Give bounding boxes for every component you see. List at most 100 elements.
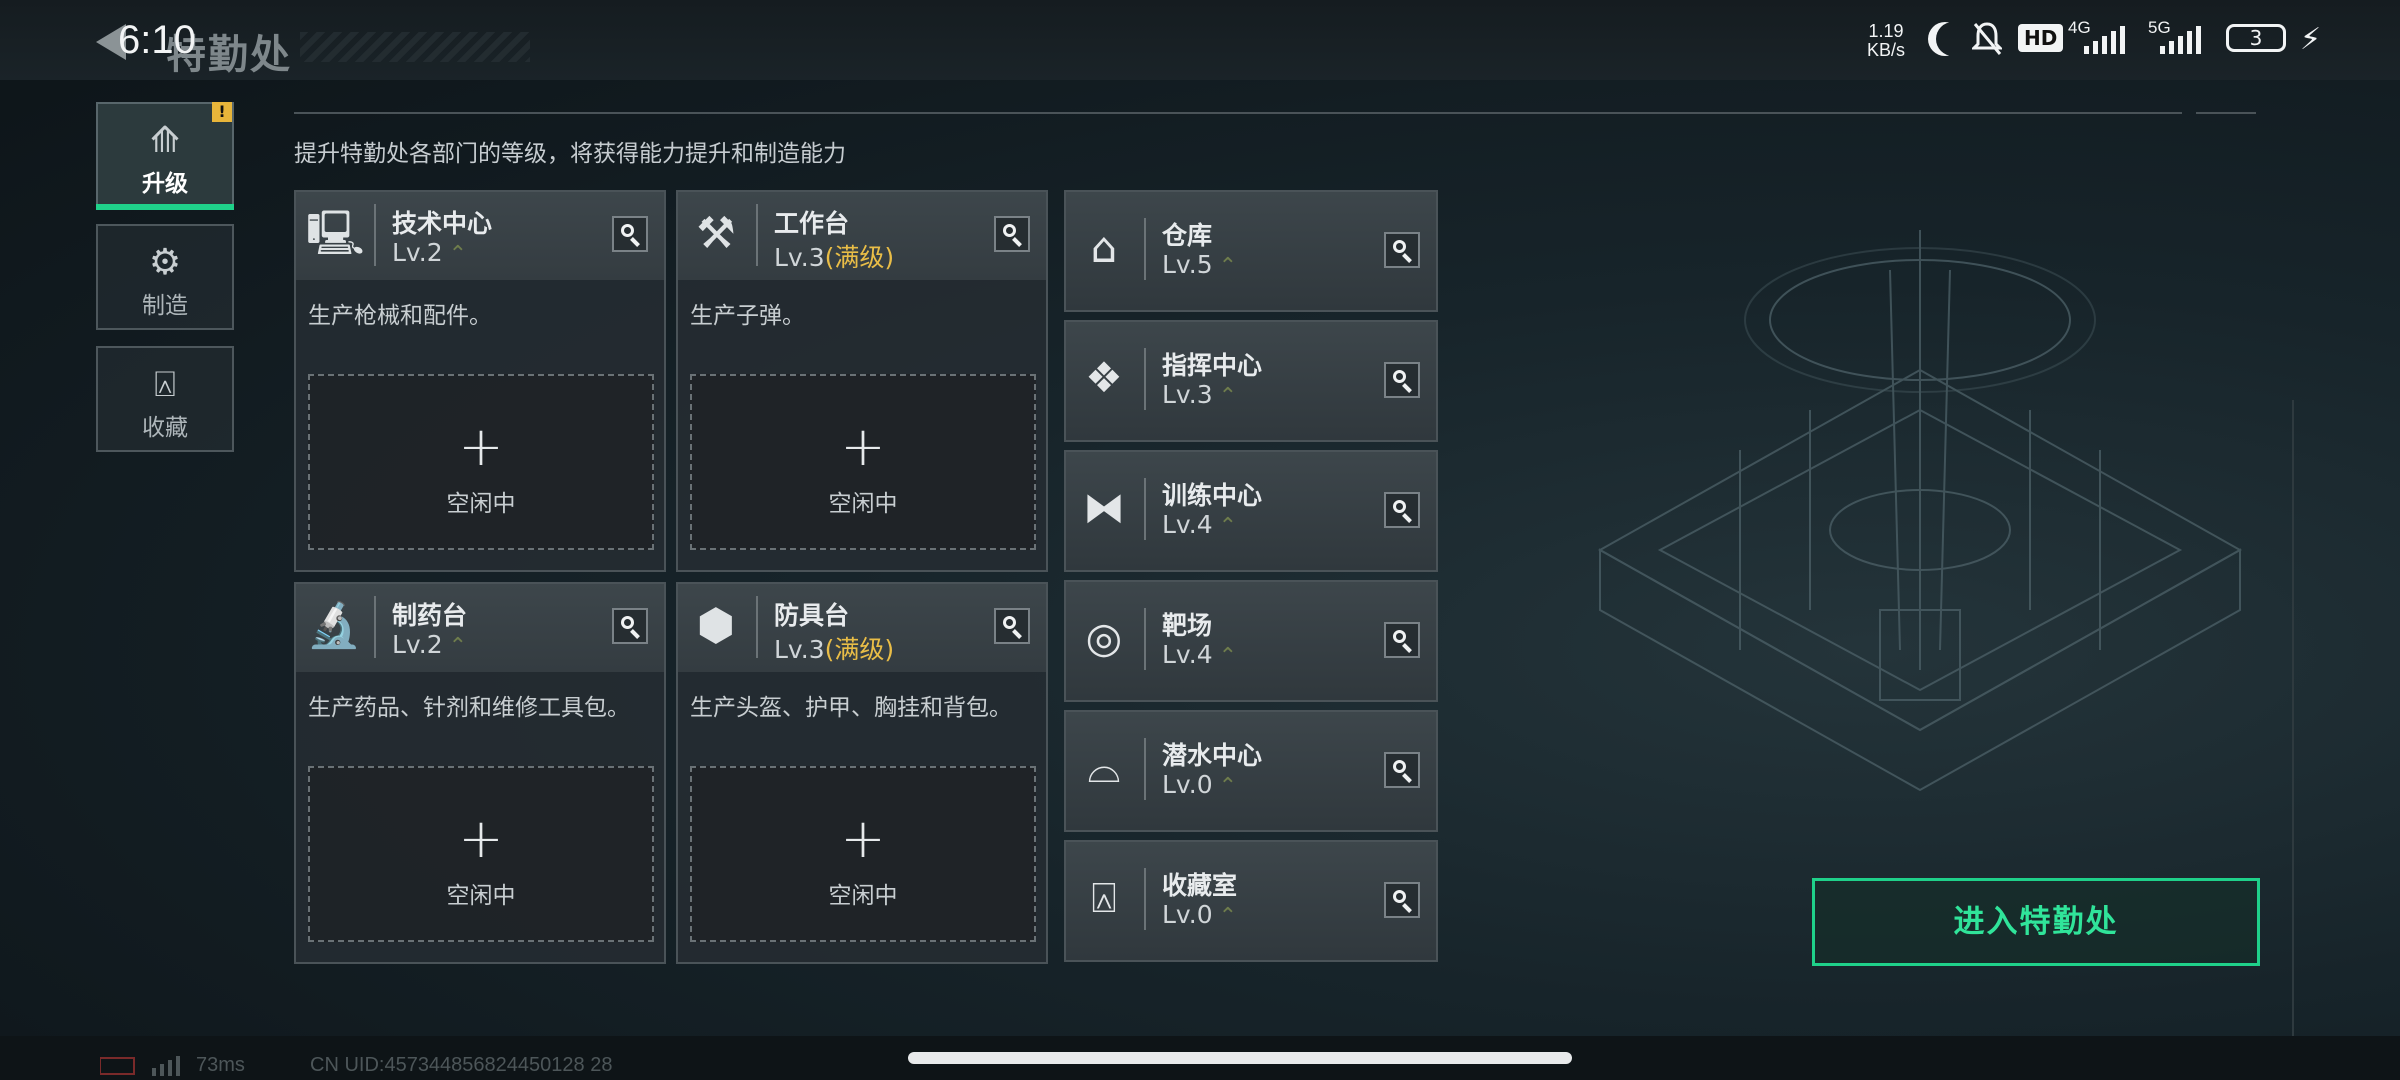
search-icon	[621, 224, 634, 237]
facility-level: Lv.3(满级)	[774, 243, 895, 272]
facility-description: 生产药品、针剂和维修工具包。	[308, 695, 630, 721]
level-up-chevron-icon: ⌃	[1218, 904, 1238, 929]
production-slot[interactable]: + 空闲中	[690, 766, 1036, 942]
facility-name: 潜水中心	[1162, 741, 1263, 770]
level-up-chevron-icon: ⌃	[448, 242, 468, 267]
search-button[interactable]	[1384, 362, 1420, 398]
facility-name: 技术中心	[392, 209, 493, 238]
charging-bolt-icon: ⚡	[2300, 22, 2322, 57]
search-icon	[621, 616, 634, 629]
facility-level: Lv.3 ⌃	[1162, 380, 1238, 409]
search-button[interactable]	[1384, 752, 1420, 788]
facility-card-pharmacy[interactable]: 🔬 制药台 Lv.2 ⌃ 生产药品、针剂和维修工具包。 + 空闲中	[294, 582, 666, 964]
target-icon: ◎	[1085, 613, 1123, 662]
microscope-icon: 🔬	[306, 600, 362, 651]
facility-description: 生产子弹。	[690, 303, 805, 329]
production-slot[interactable]: + 空闲中	[308, 766, 654, 942]
facility-description: 生产枪械和配件。	[308, 303, 492, 329]
add-icon: +	[458, 807, 504, 870]
nav-craft-label: 制造	[142, 293, 188, 319]
base-hologram-illustration	[1597, 230, 2243, 792]
facility-name: 收藏室	[1162, 871, 1238, 900]
search-button[interactable]	[994, 608, 1030, 644]
nav-upgrade-label: 升级	[142, 171, 188, 197]
facility-card-command-center[interactable]: ❖ 指挥中心 Lv.3 ⌃	[1064, 320, 1438, 442]
level-up-chevron-icon: ⌃	[448, 634, 468, 659]
tools-icon: ⚒	[696, 208, 736, 259]
card-divider	[1144, 868, 1146, 930]
alert-badge: !	[212, 102, 232, 122]
nav-collection[interactable]: ⍓ 收藏	[96, 346, 234, 452]
facility-name: 制药台	[392, 601, 468, 630]
card-divider	[756, 596, 758, 658]
search-button[interactable]	[1384, 492, 1420, 528]
network-speed: 1.19 KB/s	[1862, 22, 1910, 60]
computer-icon: 🖳	[306, 208, 365, 259]
card-divider	[1144, 608, 1146, 670]
facility-card-warehouse[interactable]: ⌂ 仓库 Lv.5 ⌃	[1064, 190, 1438, 312]
level-up-chevron-icon: ⌃	[1218, 774, 1238, 799]
search-button[interactable]	[1384, 622, 1420, 658]
card-divider	[1144, 218, 1146, 280]
search-button[interactable]	[612, 608, 648, 644]
production-slot[interactable]: + 空闲中	[690, 374, 1036, 550]
facility-card-shooting-range[interactable]: ◎ 靶场 Lv.4 ⌃	[1064, 580, 1438, 702]
home-indicator[interactable]	[908, 1052, 1572, 1064]
facility-level: Lv.5 ⌃	[1162, 250, 1238, 279]
facility-card-training-center[interactable]: ⧓ 训练中心 Lv.4 ⌃	[1064, 450, 1438, 572]
boxes-icon: ⬢	[696, 600, 736, 651]
facility-name: 仓库	[1162, 221, 1213, 250]
facility-level: Lv.2 ⌃	[392, 238, 468, 267]
user-uid: CN UID:457344856824450128 28	[310, 1054, 613, 1076]
facility-level: Lv.2 ⌃	[392, 630, 468, 659]
add-icon: +	[458, 415, 504, 478]
title-decoration	[300, 32, 530, 62]
status-clock: 6:10	[118, 18, 196, 62]
facility-card-workbench[interactable]: ⚒ 工作台 Lv.3(满级) 生产子弹。 + 空闲中	[676, 190, 1048, 572]
card-divider	[756, 204, 758, 266]
search-button[interactable]	[612, 216, 648, 252]
card-divider	[1144, 348, 1146, 410]
search-icon	[1393, 890, 1406, 903]
search-button[interactable]	[994, 216, 1030, 252]
card-divider	[374, 596, 376, 658]
command-icon: ❖	[1085, 353, 1123, 402]
facility-level: Lv.4 ⌃	[1162, 640, 1238, 669]
diving-mask-icon: ⌓	[1087, 743, 1121, 792]
search-icon	[1003, 616, 1016, 629]
card-divider	[1144, 478, 1146, 540]
nav-craft[interactable]: ⚙ 制造	[96, 224, 234, 330]
upgrade-icon: ⟰	[149, 120, 181, 161]
facility-level: Lv.3(满级)	[774, 635, 895, 664]
slot-status: 空闲中	[446, 491, 516, 517]
facility-level: Lv.0 ⌃	[1162, 770, 1238, 799]
ping-latency: 73ms	[196, 1054, 245, 1076]
level-up-chevron-icon: ⌃	[1218, 384, 1238, 409]
network-speed-unit: KB/s	[1866, 40, 1905, 60]
upgrade-description: 提升特勤处各部门的等级，将获得能力提升和制造能力	[294, 141, 846, 167]
trophy-case-icon: ⍓	[1091, 873, 1117, 922]
facility-card-armor-bench[interactable]: ⬢ 防具台 Lv.3(满级) 生产头盔、护甲、胸挂和背包。 + 空闲中	[676, 582, 1048, 964]
search-icon	[1393, 240, 1406, 253]
slot-status: 空闲中	[828, 491, 898, 517]
decor-line	[2292, 400, 2294, 1040]
search-icon	[1393, 630, 1406, 643]
facility-card-tech-center[interactable]: 🖳 技术中心 Lv.2 ⌃ 生产枪械和配件。 + 空闲中	[294, 190, 666, 572]
card-divider	[1144, 738, 1146, 800]
enter-base-button[interactable]: 进入特勤处	[1812, 878, 2260, 966]
card-divider	[374, 204, 376, 266]
do-not-disturb-moon-icon	[1936, 22, 1970, 56]
top-divider	[294, 112, 2182, 114]
signal-5g-icon	[2160, 26, 2201, 54]
facility-card-collection-room[interactable]: ⍓ 收藏室 Lv.0 ⌃	[1064, 840, 1438, 962]
facility-card-diving-center[interactable]: ⌓ 潜水中心 Lv.0 ⌃	[1064, 710, 1438, 832]
facility-level: Lv.4 ⌃	[1162, 510, 1238, 539]
add-icon: +	[840, 415, 886, 478]
facility-name: 工作台	[774, 209, 850, 238]
facility-name: 指挥中心	[1162, 351, 1263, 380]
production-slot[interactable]: + 空闲中	[308, 374, 654, 550]
search-button[interactable]	[1384, 232, 1420, 268]
search-button[interactable]	[1384, 882, 1420, 918]
facility-level: Lv.0 ⌃	[1162, 900, 1238, 929]
facility-description: 生产头盔、护甲、胸挂和背包。	[690, 695, 1012, 721]
